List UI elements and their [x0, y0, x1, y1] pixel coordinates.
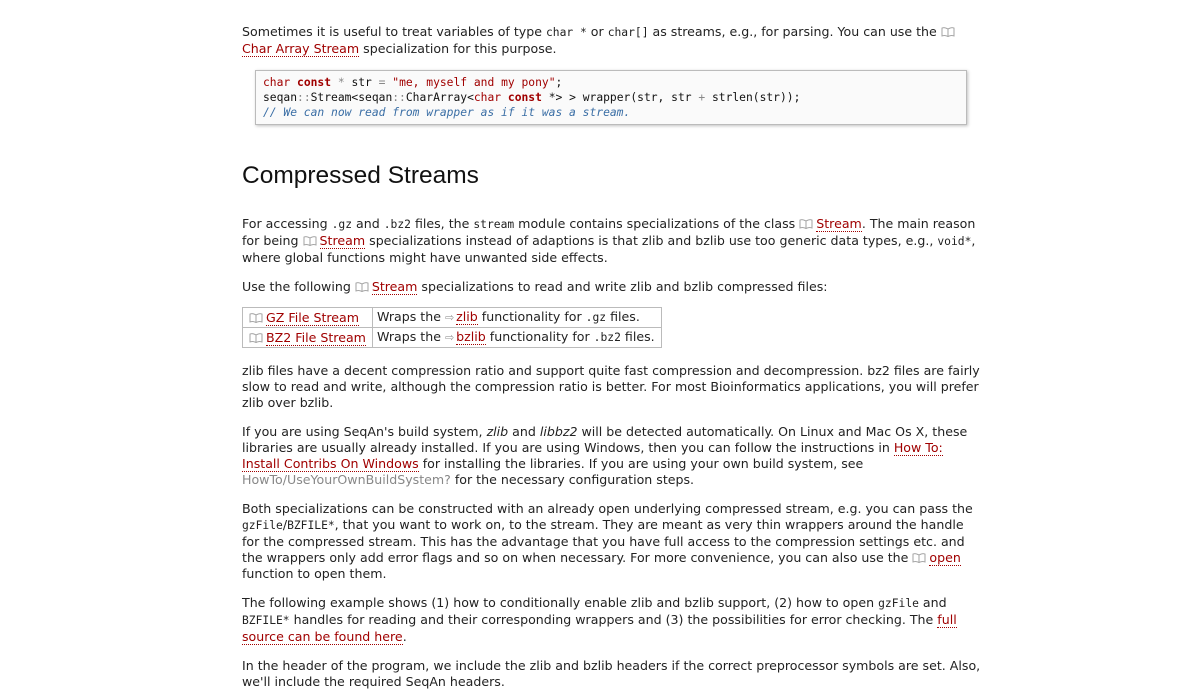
bzlib-link[interactable]: bzlib [456, 329, 486, 345]
external-arrow-icon: ⇨ [444, 331, 455, 344]
book-icon [303, 236, 317, 246]
stream-link[interactable]: Stream [319, 233, 366, 249]
book-icon [941, 27, 955, 37]
paragraph-example: The following example shows (1) how to c… [242, 595, 957, 645]
external-arrow-icon: ⇨ [444, 311, 455, 324]
inline-code: char[] [607, 26, 649, 39]
book-icon [249, 332, 263, 343]
stream-link[interactable]: Stream [816, 216, 862, 232]
book-icon [355, 282, 369, 292]
paragraph-accessing: For accessing .gz and .bz2 files, the st… [242, 216, 976, 265]
paragraph-specializations: Both specializations can be constructed … [242, 501, 973, 581]
book-icon [799, 219, 813, 229]
main-content: Sometimes it is useful to treat variable… [242, 24, 982, 690]
char-array-stream-link[interactable]: Char Array Stream [242, 41, 360, 57]
gz-file-stream-link[interactable]: GZ File Stream [266, 309, 360, 326]
stream-link[interactable]: Stream [371, 279, 418, 295]
paragraph-build-system: If you are using SeqAn's build system, z… [242, 424, 968, 487]
intro-paragraph: Sometimes it is useful to treat variable… [242, 24, 982, 57]
paragraph-use-following: Use the following Stream specializations… [242, 279, 828, 295]
section-heading: Compressed Streams [242, 162, 479, 189]
bz2-file-stream-link[interactable]: BZ2 File Stream [266, 329, 366, 346]
book-icon [249, 312, 263, 323]
inline-code: char * [545, 26, 587, 39]
code-block: char const * str = "me, myself and my po… [255, 70, 967, 125]
table-row: BZ2 File Stream Wraps the ⇨ bzlib functio… [242, 327, 662, 348]
paragraph-zlib-files: zlib files have a decent compression rat… [242, 363, 980, 410]
paragraph-header: In the header of the program, we include… [242, 658, 981, 689]
use-own-build-system-link[interactable]: HowTo/UseYourOwnBuildSystem? [242, 472, 451, 487]
open-link[interactable]: open [929, 550, 961, 566]
zlib-link[interactable]: zlib [456, 309, 478, 325]
table-row: GZ File Stream Wraps the ⇨ zlib functiona… [242, 307, 662, 328]
book-icon [912, 553, 926, 563]
stream-specializations-table: GZ File Stream Wraps the ⇨ zlib functiona… [242, 307, 662, 348]
